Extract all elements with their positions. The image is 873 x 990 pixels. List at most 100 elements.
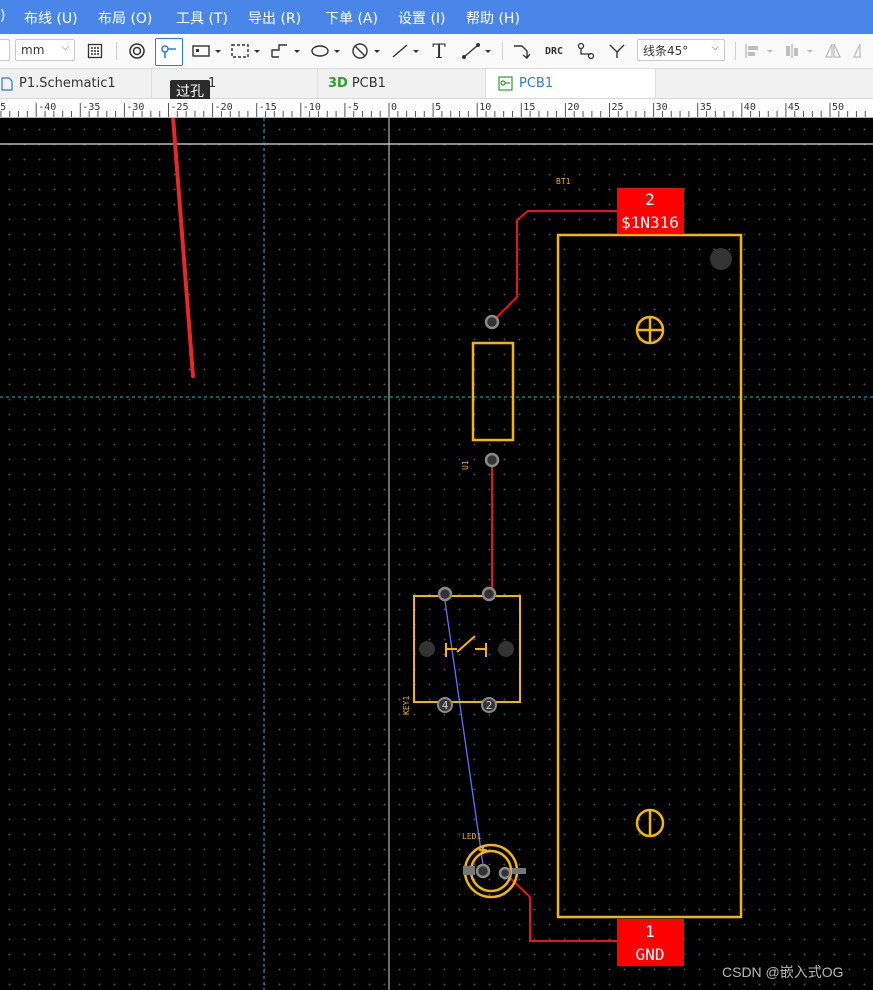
ruler-label: -15 <box>259 102 277 113</box>
schematic-file-icon <box>1 76 13 91</box>
route-mode-select[interactable]: 线条45° ⌵ <box>637 39 725 61</box>
led-pad-2 <box>498 866 512 880</box>
battery-hole <box>710 248 732 270</box>
diff-pair-icon[interactable] <box>575 40 597 62</box>
mirror-icon[interactable] <box>822 40 844 62</box>
tab-label: PCB1 <box>351 76 386 91</box>
resistor-designator: U1 <box>461 460 470 470</box>
pad-top-net: $1N316 <box>621 213 679 232</box>
horizontal-ruler: 45 -40 -35 -30 -25 -20 -15 -10 -5 0 5 10 15 20 25 30 35 4… <box>0 99 873 118</box>
led-designator: LED1 <box>462 832 481 841</box>
polyline-icon[interactable] <box>268 40 304 62</box>
ruler-label: 0 <box>391 102 397 113</box>
ruler-label: 15 <box>523 102 535 113</box>
toolbar-divider <box>502 42 503 60</box>
tab-label: P1.Schematic1 <box>19 76 116 91</box>
chevron-down-icon: ⌵ <box>61 42 69 53</box>
menu-help[interactable]: 帮助 (H) <box>466 8 520 28</box>
menu-layout[interactable]: 布局 (O) <box>98 8 152 28</box>
switch-hole-left <box>419 641 435 657</box>
via-tool-button[interactable] <box>155 38 183 66</box>
annotation-arrow-shaft <box>171 118 195 378</box>
ruler-label: 35 <box>700 102 712 113</box>
switch-pad-3 <box>481 586 497 602</box>
chevron-down-icon: ⌵ <box>711 42 719 53</box>
pad-bottom-net: GND <box>636 945 665 964</box>
pad-bottom-number: 1 <box>645 922 655 941</box>
menu-route[interactable]: 布线 (U) <box>24 8 78 28</box>
drc-button[interactable]: DRC <box>540 40 568 62</box>
route-angle-icon[interactable] <box>606 40 628 62</box>
ruler-label: -40 <box>38 102 56 113</box>
switch-pad-2-label: 2 <box>486 699 493 712</box>
3d-icon: 3D <box>328 76 348 91</box>
align-left-icon[interactable] <box>742 40 778 62</box>
line-icon[interactable] <box>390 40 424 62</box>
ruler-label: -30 <box>126 102 144 113</box>
switch-pad-1 <box>437 586 453 602</box>
menu-bar: ) 布线 (U) 布局 (O) 工具 (T) 导出 (R) 下单 (A) 设置 … <box>0 0 873 34</box>
via-icon <box>161 45 176 58</box>
unit-value: mm <box>21 43 45 57</box>
tab-pcb-active[interactable]: PCB1 <box>486 69 656 98</box>
ruler-label: 45 <box>0 102 6 113</box>
ratsnest-line <box>443 593 485 873</box>
track-bottom <box>504 872 618 942</box>
switch-pad-4-label: 4 <box>442 699 449 712</box>
no-connect-icon[interactable] <box>348 40 384 62</box>
menu-order[interactable]: 下单 (A) <box>325 8 378 28</box>
menu-item-partial[interactable]: ) <box>0 8 5 24</box>
distribute-icon[interactable] <box>782 40 818 62</box>
pad-icon[interactable] <box>126 40 148 62</box>
dimension-icon[interactable] <box>460 40 496 62</box>
switch-hole-right <box>498 641 514 657</box>
text-tool-icon[interactable]: T <box>428 39 450 63</box>
led-pad-1 <box>475 863 491 879</box>
copper-area-icon[interactable] <box>190 40 224 62</box>
ruler-label: 10 <box>479 102 491 113</box>
ruler-label: -35 <box>82 102 100 113</box>
ruler-label: 30 <box>656 102 668 113</box>
ruler-label: -20 <box>215 102 233 113</box>
resistor-pad-2 <box>484 452 500 468</box>
tab-3d-pcb[interactable]: 3D PCB1 <box>318 69 486 98</box>
pcb-drawing: BT1 2 $1N316 1 GND U1 4 2 KEY1 LED1 <box>0 118 873 990</box>
menu-settings[interactable]: 设置 (I) <box>398 8 446 28</box>
toolbar: mm ⌵ T DRC 线条45° ⌵ <box>0 34 873 69</box>
pcb-canvas[interactable]: BT1 2 $1N316 1 GND U1 4 2 KEY1 LED1 <box>0 118 873 990</box>
led-lead-left <box>463 866 475 875</box>
ruler-label: 5 <box>435 102 441 113</box>
ruler-label: -5 <box>347 102 359 113</box>
switch-designator: KEY1 <box>402 696 411 715</box>
track-top <box>491 210 618 323</box>
menu-export[interactable]: 导出 (R) <box>248 8 301 28</box>
grid-icon[interactable] <box>84 40 106 62</box>
pcb-file-icon <box>498 76 513 91</box>
region-icon[interactable] <box>228 40 264 62</box>
ruler-label: 20 <box>567 102 579 113</box>
partial-select[interactable] <box>0 39 10 61</box>
route-icon[interactable] <box>510 40 532 62</box>
ruler-label: 45 <box>788 102 800 113</box>
ruler-label: 50 <box>832 102 844 113</box>
ruler-label: -25 <box>171 102 189 113</box>
mirror-alt-icon[interactable] <box>850 40 872 62</box>
watermark: CSDN @嵌入式OG <box>722 964 844 980</box>
pad-top-number: 2 <box>645 190 655 209</box>
toolbar-divider <box>116 42 117 60</box>
battery-designator: BT1 <box>556 177 571 186</box>
unit-select[interactable]: mm ⌵ <box>15 39 75 61</box>
document-tabs: P1.Schematic1 1 3D PCB1 PCB1 <box>0 69 873 99</box>
ellipse-icon[interactable] <box>308 40 344 62</box>
route-mode-value: 线条45° <box>643 43 689 58</box>
toolbar-divider <box>735 42 736 60</box>
tab-schematic[interactable]: P1.Schematic1 <box>0 69 152 98</box>
ruler-label: -10 <box>303 102 321 113</box>
ruler-scale: 45 -40 -35 -30 -25 -20 -15 -10 -5 0 5 10 15 20 25 30 35 4… <box>0 102 866 117</box>
ruler-label: 25 <box>612 102 624 113</box>
resistor-pad-1 <box>484 314 500 330</box>
menu-tools[interactable]: 工具 (T) <box>176 8 228 28</box>
resistor-body <box>471 341 515 442</box>
tab-label: PCB1 <box>519 76 554 91</box>
ruler-label: 40 <box>744 102 756 113</box>
